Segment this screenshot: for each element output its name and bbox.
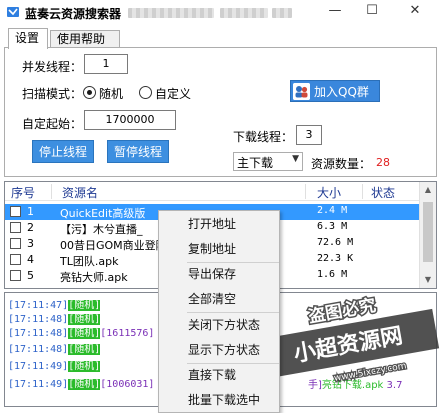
concurrency-input[interactable]: 1 xyxy=(84,54,128,74)
list-scrollbar[interactable]: ▲ ▼ xyxy=(419,182,436,288)
menu-item-export-save[interactable]: 导出保存 xyxy=(159,263,279,285)
log-line: [17:11:49][随机] xyxy=(8,361,101,372)
qq-group-icon xyxy=(293,83,310,100)
blurred-title-text xyxy=(128,8,214,18)
column-divider[interactable] xyxy=(51,184,52,199)
row-checkbox[interactable] xyxy=(10,254,21,265)
blurred-title-text xyxy=(220,8,268,18)
row-name: TL团队.apk xyxy=(60,255,119,268)
row-index: 4 xyxy=(27,253,34,266)
list-header: 序号 资源名 大小 状态 xyxy=(5,182,436,201)
close-button[interactable]: ✕ xyxy=(398,0,432,24)
row-size: 2.4 M xyxy=(317,205,348,216)
menu-item-open-url[interactable]: 打开地址 xyxy=(159,213,279,235)
row-size: 1.6 M xyxy=(317,269,348,280)
title-bar: 蓝奏云资源搜索器 — ☐ ✕ xyxy=(0,0,441,26)
menu-divider xyxy=(187,312,279,313)
join-qq-group-label: 加入QQ群 xyxy=(314,85,369,99)
tab-help[interactable]: 使用帮助 xyxy=(50,30,120,48)
menu-item-direct-download[interactable]: 直接下载 xyxy=(159,364,279,386)
log-line: [17:11:47][随机] xyxy=(8,300,101,311)
row-checkbox[interactable] xyxy=(10,270,21,281)
scan-mode-label: 扫描模式： xyxy=(22,87,83,101)
download-threads-label: 下载线程： xyxy=(233,130,294,144)
chevron-down-icon: ▼ xyxy=(292,154,299,164)
concurrency-label: 并发线程： xyxy=(22,60,83,74)
row-name: QuickEdit高级版 xyxy=(60,207,146,220)
row-checkbox[interactable] xyxy=(10,238,21,249)
menu-item-hide-status[interactable]: 关闭下方状态 xyxy=(159,314,279,336)
scrollbar-thumb[interactable] xyxy=(423,202,433,262)
download-mode-value: 主下载 xyxy=(237,156,274,170)
column-header-index[interactable]: 序号 xyxy=(11,184,35,201)
log-tail: 手]亮钻下载.apk 3.7 xyxy=(308,380,403,391)
row-name: 00昔日GOM商业登陆 xyxy=(60,239,160,252)
download-mode-select[interactable]: 主下载 ▼ xyxy=(233,152,303,171)
log-line: [17:11:48][随机] xyxy=(8,314,101,325)
row-size: 6.3 M xyxy=(317,221,348,232)
mode-random-radio[interactable] xyxy=(83,86,96,99)
start-input[interactable]: 1700000 xyxy=(84,110,176,130)
row-size: 72.6 M xyxy=(317,237,354,248)
resource-count-label: 资源数量： xyxy=(311,157,372,171)
column-divider[interactable] xyxy=(305,184,306,199)
download-threads-input[interactable]: 3 xyxy=(296,125,322,145)
resource-count-value: 28 xyxy=(376,156,390,169)
tab-settings[interactable]: 设置 xyxy=(8,28,48,49)
mode-random-label: 随机 xyxy=(99,87,124,101)
column-header-size[interactable]: 大小 xyxy=(317,184,341,201)
column-divider[interactable] xyxy=(362,184,363,199)
column-header-name[interactable]: 资源名 xyxy=(62,184,98,201)
column-header-status[interactable]: 状态 xyxy=(371,184,395,201)
row-checkbox[interactable] xyxy=(10,222,21,233)
row-index: 3 xyxy=(27,237,34,250)
join-qq-group-button[interactable]: 加入QQ群 xyxy=(290,80,380,102)
menu-item-batch-download[interactable]: 批量下载选中 xyxy=(159,389,279,411)
scroll-up-icon[interactable]: ▲ xyxy=(420,182,436,198)
blurred-title-text xyxy=(272,8,292,18)
pause-threads-button[interactable]: 暂停线程 xyxy=(107,140,169,163)
minimize-button[interactable]: — xyxy=(318,0,352,24)
row-name: 亮钻大师.apk xyxy=(60,271,128,284)
start-label: 自定起始： xyxy=(22,117,83,131)
window-title: 蓝奏云资源搜索器 xyxy=(25,7,122,21)
app-icon xyxy=(7,7,19,17)
row-size: 22.3 K xyxy=(317,253,354,264)
row-checkbox[interactable] xyxy=(10,206,21,217)
row-name: 【污】木兮直播_ xyxy=(60,223,143,236)
row-index: 5 xyxy=(27,269,34,282)
maximize-button[interactable]: ☐ xyxy=(355,0,389,24)
scroll-down-icon[interactable]: ▼ xyxy=(420,272,436,288)
menu-item-copy-url[interactable]: 复制地址 xyxy=(159,238,279,260)
menu-item-show-status[interactable]: 显示下方状态 xyxy=(159,339,279,361)
mode-custom-radio[interactable] xyxy=(139,86,152,99)
context-menu: 打开地址 复制地址 导出保存 全部清空 关闭下方状态 显示下方状态 直接下载 批… xyxy=(158,210,280,413)
log-line: [17:11:48][随机][1611576] xyxy=(8,328,155,339)
mode-custom-label: 自定义 xyxy=(155,87,192,101)
row-index: 1 xyxy=(27,205,34,218)
stop-threads-button[interactable]: 停止线程 xyxy=(32,140,94,163)
menu-item-clear-all[interactable]: 全部清空 xyxy=(159,288,279,310)
log-line: [17:11:48][随机] xyxy=(8,344,101,355)
row-index: 2 xyxy=(27,221,34,234)
log-line: [17:11:49][随机][1006031] xyxy=(8,379,155,390)
